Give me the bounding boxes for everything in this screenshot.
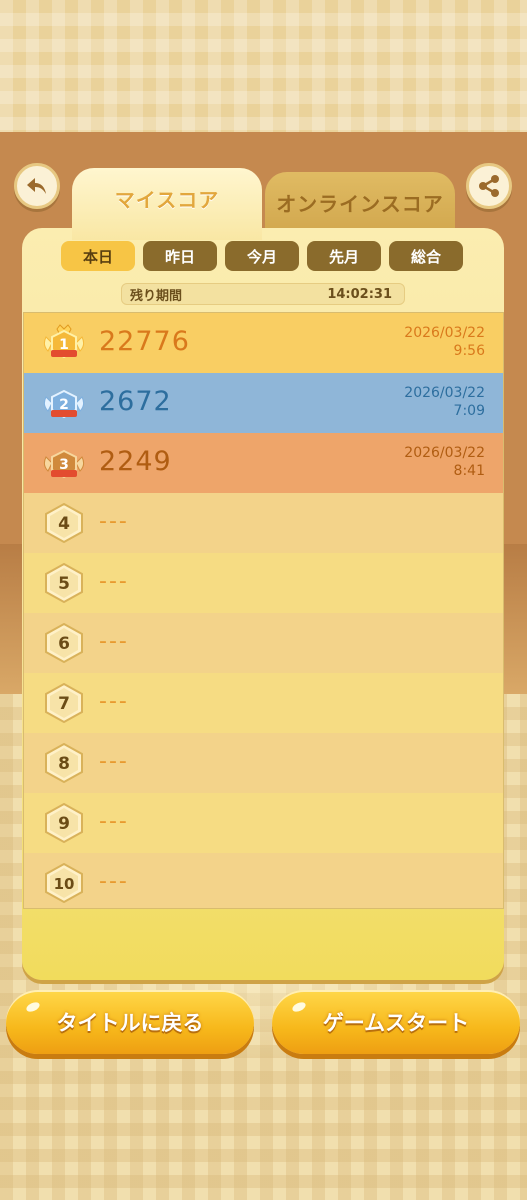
svg-text:8: 8 xyxy=(58,754,70,774)
period-tab-this-month[interactable]: 今月 xyxy=(225,241,299,271)
ranking-datetime: 2026/03/22 8:41 xyxy=(404,444,485,480)
ranking-row: 9 --- xyxy=(24,793,503,853)
ranking-time: 7:09 xyxy=(453,403,485,419)
silver-medal-icon: 2 xyxy=(42,383,86,423)
ranking-row: 5 --- xyxy=(24,553,503,613)
hexagon-rank-icon: 6 xyxy=(42,622,86,664)
remaining-period-bar: 残り期間 14:02:31 xyxy=(121,283,405,305)
button-shine xyxy=(24,1000,42,1014)
share-button[interactable] xyxy=(466,163,512,209)
ranking-time: 9:56 xyxy=(453,343,485,359)
hexagon-rank-icon: 7 xyxy=(42,682,86,724)
remaining-period-label: 残り期間 xyxy=(130,288,183,304)
back-to-title-label: タイトルに戻る xyxy=(56,1011,204,1035)
period-tabs: 本日 昨日 今月 先月 総合 xyxy=(61,241,463,271)
ranking-row: 1 22776 2026/03/22 9:56 xyxy=(24,313,503,373)
ranking-row: 4 --- xyxy=(24,493,503,553)
ranking-date: 2026/03/22 xyxy=(404,385,485,401)
ranking-row: 7 --- xyxy=(24,673,503,733)
ranking-score: --- xyxy=(99,749,129,774)
ranking-score: 22776 xyxy=(99,326,190,357)
ranking-date: 2026/03/22 xyxy=(404,325,485,341)
bronze-medal-icon: 3 xyxy=(42,443,86,483)
ranking-date: 2026/03/22 xyxy=(404,445,485,461)
ranking-score: --- xyxy=(99,629,129,654)
game-start-button[interactable]: ゲームスタート xyxy=(272,990,520,1054)
ranking-row: 3 2249 2026/03/22 8:41 xyxy=(24,433,503,493)
background-top-pattern xyxy=(0,0,527,132)
ranking-score: --- xyxy=(99,569,129,594)
ranking-row: 6 --- xyxy=(24,613,503,673)
ranking-row: 8 --- xyxy=(24,733,503,793)
remaining-period-time: 14:02:31 xyxy=(327,286,392,302)
ranking-score: --- xyxy=(99,809,129,834)
svg-text:3: 3 xyxy=(59,457,69,473)
ranking-score: 2672 xyxy=(99,386,172,417)
svg-text:7: 7 xyxy=(58,694,70,714)
svg-text:1: 1 xyxy=(59,337,69,353)
ranking-score: --- xyxy=(99,509,129,534)
svg-text:6: 6 xyxy=(58,634,70,654)
ranking-score: --- xyxy=(99,869,129,894)
hexagon-rank-icon: 5 xyxy=(42,562,86,604)
hexagon-rank-icon: 9 xyxy=(42,802,86,844)
tab-my-score[interactable]: マイスコア xyxy=(72,168,262,240)
period-tab-overall[interactable]: 総合 xyxy=(389,241,463,271)
back-arrow-icon xyxy=(27,178,46,194)
share-icon xyxy=(479,175,499,197)
hexagon-rank-icon: 8 xyxy=(42,742,86,784)
game-start-label: ゲームスタート xyxy=(322,1011,470,1035)
period-tab-yesterday[interactable]: 昨日 xyxy=(143,241,217,271)
ranking-list: 1 22776 2026/03/22 9:56 2 2672 2026/03/22 7:09 3… xyxy=(23,312,504,909)
ranking-time: 8:41 xyxy=(453,463,485,479)
svg-text:2: 2 xyxy=(59,397,69,413)
svg-text:4: 4 xyxy=(58,514,70,534)
back-button[interactable] xyxy=(14,163,60,209)
svg-text:9: 9 xyxy=(58,814,70,834)
gold-medal-icon: 1 xyxy=(42,323,86,363)
svg-text:5: 5 xyxy=(58,574,70,594)
ranking-datetime: 2026/03/22 9:56 xyxy=(404,324,485,360)
ranking-row: 10 --- xyxy=(24,853,503,908)
ranking-row: 2 2672 2026/03/22 7:09 xyxy=(24,373,503,433)
back-to-title-button[interactable]: タイトルに戻る xyxy=(6,990,254,1054)
ranking-datetime: 2026/03/22 7:09 xyxy=(404,384,485,420)
period-tab-last-month[interactable]: 先月 xyxy=(307,241,381,271)
period-tab-today[interactable]: 本日 xyxy=(61,241,135,271)
ranking-score: 2249 xyxy=(99,446,172,477)
tab-my-score-label: マイスコア xyxy=(114,188,220,212)
button-shine xyxy=(290,1000,308,1014)
ranking-score: --- xyxy=(99,689,129,714)
svg-text:10: 10 xyxy=(54,875,75,893)
hexagon-rank-icon: 4 xyxy=(42,502,86,544)
hexagon-rank-icon: 10 xyxy=(42,862,86,904)
